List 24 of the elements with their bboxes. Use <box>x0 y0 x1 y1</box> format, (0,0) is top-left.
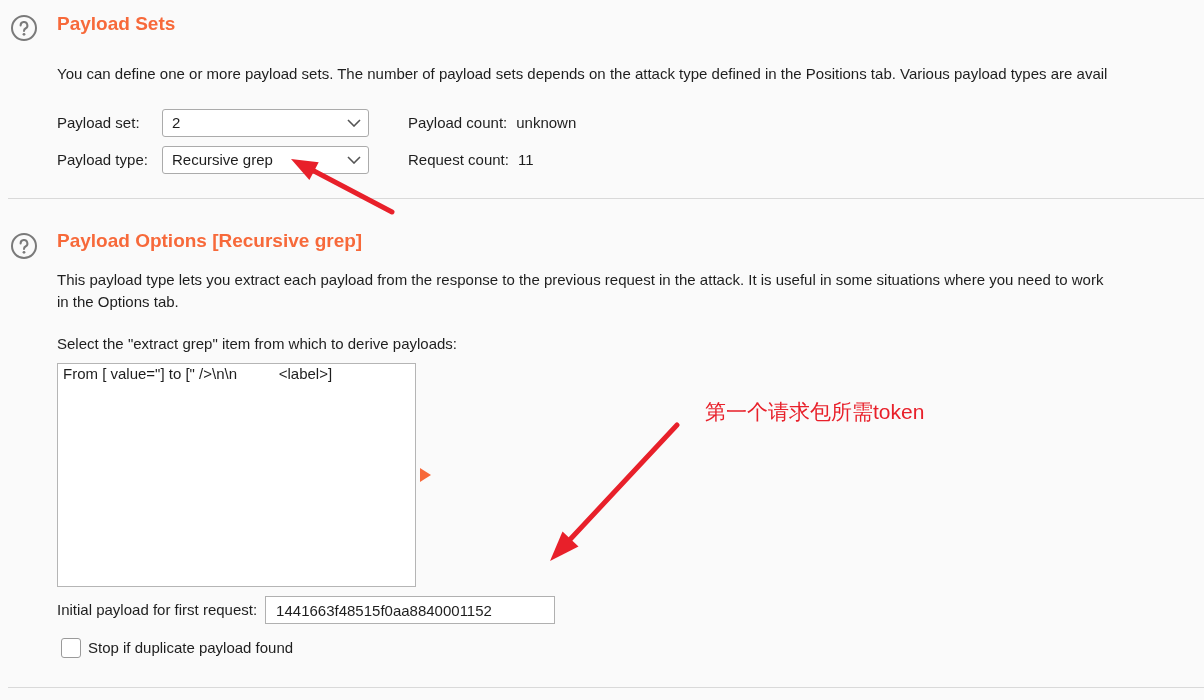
list-label: Select the "extract grep" item from which to derive payloads: <box>57 334 457 354</box>
count-value: 11 <box>517 149 534 170</box>
count-label: Payload count: <box>408 112 508 133</box>
description-text: You can define one or more payload sets. The number of payload sets depends on the attack type defined in the Positions tab. Various payload types are avail <box>57 64 1108 84</box>
field-label: Payload type: <box>57 149 148 170</box>
section-title: Payload Options [Recursive grep] <box>57 229 363 253</box>
annotation-text: 第一个请求包所需token <box>705 399 925 425</box>
section-title: Payload Sets <box>57 12 176 36</box>
text-field[interactable]: 1441663f48515f0aa8840001152 <box>265 596 556 624</box>
chevron-down-icon <box>347 156 361 164</box>
checkbox[interactable] <box>61 638 81 659</box>
checkbox-label: Stop if duplicate payload found <box>88 638 294 658</box>
field-label: Initial payload for first request: <box>57 599 258 620</box>
right-triangle-icon[interactable] <box>420 468 431 482</box>
count-label: Request count: <box>408 149 509 170</box>
field-label: Payload set: <box>57 112 140 133</box>
list-box[interactable]: From [ value="] to [" />\n\n <label>] <box>57 363 416 587</box>
dropdown[interactable]: 2 <box>162 109 369 137</box>
dropdown[interactable]: Recursive grep <box>162 146 369 174</box>
count-value: unknown <box>516 112 577 133</box>
help-icon[interactable] <box>11 15 37 41</box>
help-icon[interactable] <box>11 233 37 259</box>
description-text: This payload type lets you extract each payload from the response to the previous request in the attack. It is useful in some situations where you need to work in the Options tab. <box>57 270 1104 312</box>
chevron-down-icon <box>347 119 361 127</box>
